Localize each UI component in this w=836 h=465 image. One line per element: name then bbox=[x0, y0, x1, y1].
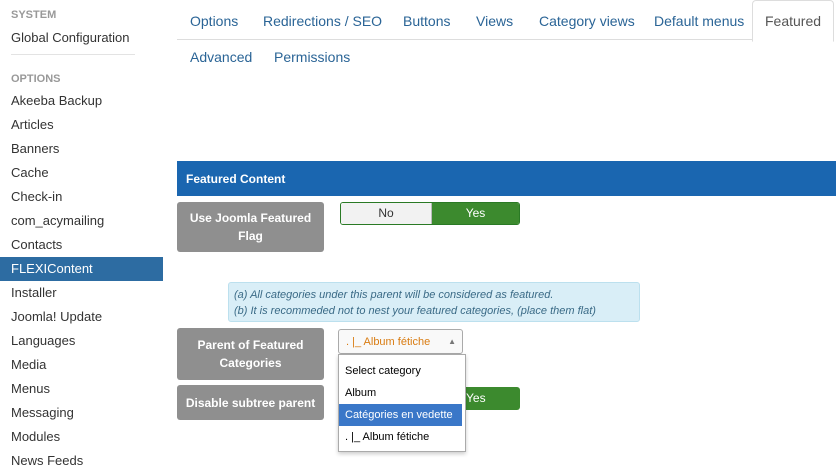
sidebar-item-cache[interactable]: Cache bbox=[0, 161, 163, 185]
sidebar-item-flexicontent[interactable]: FLEXIContent bbox=[0, 257, 163, 281]
sidebar-item-com-acymailing[interactable]: com_acymailing bbox=[0, 209, 163, 233]
dropdown-option-album-fetiche[interactable]: . |_ Album fétiche bbox=[339, 426, 462, 448]
note-line-a: (a) All categories under this parent wil… bbox=[234, 289, 554, 301]
info-note: (a) All categories under this parent wil… bbox=[228, 282, 640, 322]
parent-featured-dropdown: Select category Album Catégories en vede… bbox=[338, 354, 466, 452]
yes-option[interactable]: Yes bbox=[432, 203, 519, 224]
tab-options[interactable]: Options bbox=[178, 0, 250, 40]
disable-subtree-yes-option[interactable]: Yes bbox=[466, 387, 520, 410]
sidebar-item-akeeba-backup[interactable]: Akeeba Backup bbox=[0, 89, 163, 113]
no-option[interactable]: No bbox=[341, 203, 432, 224]
parent-featured-label: Parent of Featured Categories bbox=[177, 328, 324, 380]
tab-permissions[interactable]: Permissions bbox=[262, 36, 362, 76]
dropdown-option-select-category[interactable]: Select category bbox=[339, 360, 462, 382]
tab-redirections-seo[interactable]: Redirections / SEO bbox=[251, 0, 394, 40]
sidebar-item-news-feeds[interactable]: News Feeds bbox=[0, 449, 163, 465]
tab-views[interactable]: Views bbox=[464, 0, 525, 40]
section-header-featured-content: Featured Content bbox=[177, 161, 836, 196]
tab-buttons[interactable]: Buttons bbox=[391, 0, 462, 40]
sidebar-item-check-in[interactable]: Check-in bbox=[0, 185, 163, 209]
parent-featured-select[interactable]: . |_ Album fétiche ▲ bbox=[338, 329, 463, 354]
sidebar-divider bbox=[11, 54, 135, 55]
dropdown-option-categories-en-vedette[interactable]: Catégories en vedette bbox=[339, 404, 462, 426]
system-heading: SYSTEM bbox=[11, 9, 57, 21]
tab-default-menus[interactable]: Default menus bbox=[642, 0, 756, 40]
sidebar-item-installer[interactable]: Installer bbox=[0, 281, 163, 305]
sidebar-item-joomla-update[interactable]: Joomla! Update bbox=[0, 305, 163, 329]
dropdown-option-album[interactable]: Album bbox=[339, 382, 462, 404]
sidebar-item-banners[interactable]: Banners bbox=[0, 137, 163, 161]
yes-label: Yes bbox=[466, 391, 486, 405]
use-joomla-featured-label: Use Joomla Featured Flag bbox=[177, 202, 324, 252]
sidebar-item-contacts[interactable]: Contacts bbox=[0, 233, 163, 257]
use-joomla-featured-toggle: No Yes bbox=[340, 202, 520, 225]
tab-advanced[interactable]: Advanced bbox=[178, 36, 264, 76]
sidebar-item-messaging[interactable]: Messaging bbox=[0, 401, 163, 425]
sidebar-item-global-configuration[interactable]: Global Configuration bbox=[0, 24, 163, 46]
sidebar-item-languages[interactable]: Languages bbox=[0, 329, 163, 353]
selected-value: . |_ Album fétiche bbox=[346, 336, 431, 348]
sidebar-item-modules[interactable]: Modules bbox=[0, 425, 163, 449]
chevron-up-icon: ▲ bbox=[448, 337, 456, 346]
tab-featured[interactable]: Featured bbox=[752, 0, 835, 42]
sidebar-item-media[interactable]: Media bbox=[0, 353, 163, 377]
disable-subtree-label: Disable subtree parent bbox=[177, 385, 324, 420]
sidebar-item-menus[interactable]: Menus bbox=[0, 377, 163, 401]
sidebar-item-articles[interactable]: Articles bbox=[0, 113, 163, 137]
options-heading: OPTIONS bbox=[11, 73, 61, 85]
tab-category-views[interactable]: Category views bbox=[527, 0, 647, 40]
sidebar: SYSTEM Global Configuration OPTIONS Akee… bbox=[0, 0, 163, 465]
note-line-b: (b) It is recommeded not to nest your fe… bbox=[234, 305, 596, 317]
